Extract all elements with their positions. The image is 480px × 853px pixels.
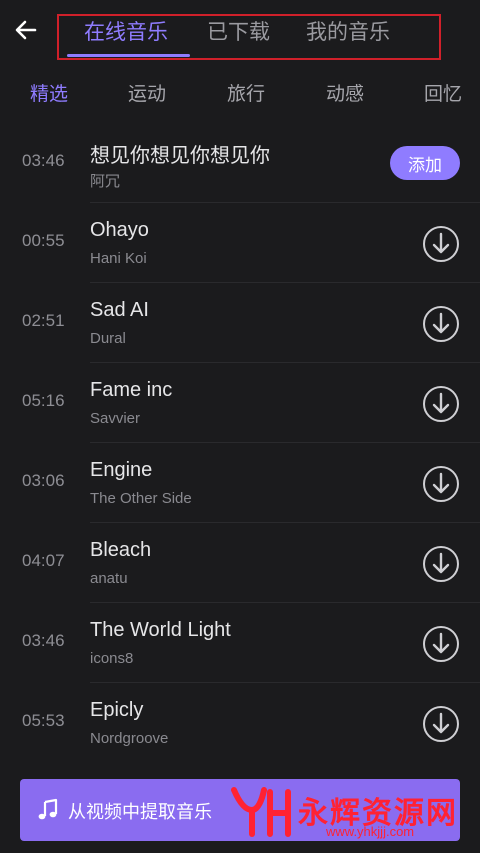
song-title: Ohayo (90, 219, 149, 241)
song-title: The World Light (90, 619, 231, 641)
song-duration: 05:53 (22, 711, 65, 730)
category-travel[interactable]: 旅行 (227, 79, 265, 106)
song-duration: 02:51 (22, 311, 65, 330)
song-title: Epicly (90, 699, 144, 721)
top-bar: 在线音乐 已下载 我的音乐 (0, 0, 480, 62)
watermark: 永辉资源网 www.yhkjjj.com (230, 782, 480, 842)
song-duration: 04:07 (22, 551, 65, 570)
watermark-logo-icon (231, 787, 291, 837)
song-artist: icons8 (90, 650, 134, 667)
song-duration: 03:46 (22, 151, 65, 170)
song-row[interactable]: 02:51 Sad AI Dural (0, 283, 480, 363)
song-title: Engine (90, 459, 153, 481)
category-dynamic[interactable]: 动感 (326, 79, 364, 106)
song-row[interactable]: 04:07 Bleach anatu (0, 523, 480, 603)
download-circle-icon[interactable] (422, 545, 460, 583)
category-sports[interactable]: 运动 (128, 79, 166, 106)
category-featured[interactable]: 精选 (30, 79, 68, 106)
download-circle-icon[interactable] (422, 225, 460, 263)
song-row[interactable]: 05:53 Epicly Nordgroove (0, 683, 480, 763)
music-note-icon (38, 798, 58, 820)
extract-button-label: 从视频中提取音乐 (68, 802, 212, 823)
song-title: Fame inc (90, 379, 173, 401)
song-row[interactable]: 03:06 Engine The Other Side (0, 443, 480, 523)
song-artist: Nordgroove (90, 730, 169, 747)
song-artist: anatu (90, 570, 128, 587)
song-artist: Dural (90, 330, 126, 347)
song-artist: The Other Side (90, 490, 192, 507)
song-artist: Savvier (90, 410, 141, 427)
tab-downloaded[interactable]: 已下载 (207, 16, 270, 46)
song-title: Bleach (90, 539, 152, 561)
back-button[interactable] (8, 12, 44, 48)
watermark-url: www.yhkjjj.com (326, 824, 415, 839)
song-artist: 阿冗 (90, 173, 121, 190)
song-row[interactable]: 05:16 Fame inc Savvier (0, 363, 480, 443)
download-circle-icon[interactable] (422, 385, 460, 423)
song-duration: 03:06 (22, 471, 65, 490)
download-circle-icon[interactable] (422, 625, 460, 663)
song-title: Sad AI (90, 299, 149, 321)
song-duration: 05:16 (22, 391, 65, 410)
download-circle-icon[interactable] (422, 305, 460, 343)
song-duration: 03:46 (22, 631, 65, 650)
arrow-left-icon (15, 20, 37, 40)
song-artist: Hani Koi (90, 250, 147, 267)
download-circle-icon[interactable] (422, 705, 460, 743)
tab-my-music[interactable]: 我的音乐 (306, 16, 390, 46)
song-row[interactable]: 00:55 Ohayo Hani Koi (0, 203, 480, 283)
song-duration: 00:55 (22, 231, 65, 250)
song-title: 想见你想见你想见你 (90, 145, 270, 167)
song-row[interactable]: 03:46 The World Light icons8 (0, 603, 480, 683)
active-tab-indicator (67, 54, 190, 57)
tab-online-music[interactable]: 在线音乐 (84, 16, 168, 46)
add-button[interactable]: 添加 (390, 146, 460, 180)
download-circle-icon[interactable] (422, 465, 460, 503)
category-memories[interactable]: 回忆 (424, 79, 462, 106)
